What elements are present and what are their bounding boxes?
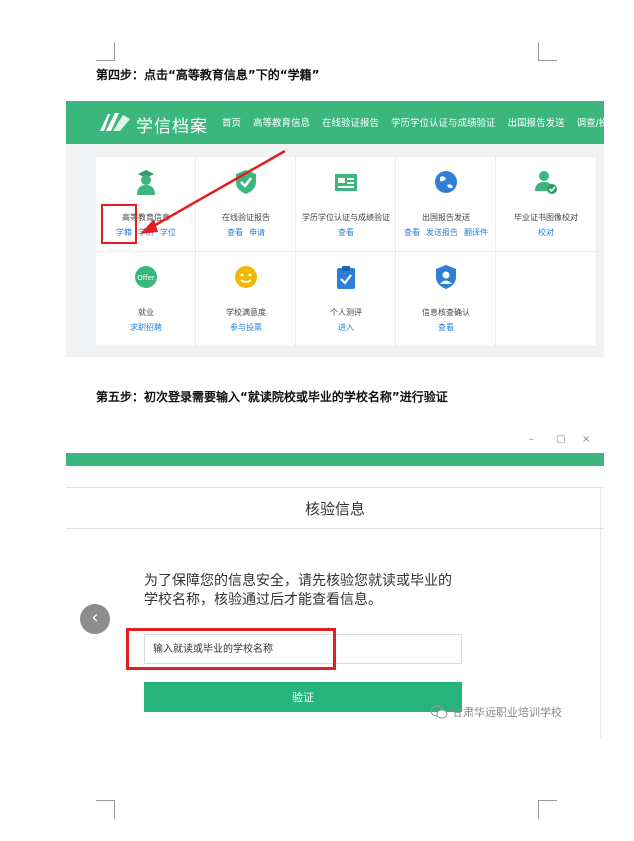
graduate-icon xyxy=(137,170,155,195)
back-arrow-button[interactable]: ‹ xyxy=(80,604,110,634)
service-links: 求职招聘 xyxy=(96,322,196,333)
nav-abroad-report[interactable]: 出国报告发送 xyxy=(508,115,565,129)
service-title: 个人测评 xyxy=(330,308,362,317)
id-badge-icon xyxy=(436,265,456,289)
link-education[interactable]: 学历 xyxy=(138,228,154,237)
service-title: 在线验证报告 xyxy=(222,213,270,222)
panel-edge xyxy=(600,488,601,738)
close-icon[interactable]: × xyxy=(582,434,590,445)
nav-home[interactable]: 首页 xyxy=(222,115,241,129)
service-links: 查看 xyxy=(296,227,396,238)
link-view[interactable]: 查看 xyxy=(438,323,454,332)
message-line-2: 学校名称，核验通过后才能查看信息。 xyxy=(144,592,382,608)
link-apply[interactable]: 申请 xyxy=(249,228,265,237)
service-school-satisfaction: 学校满意度 参与投票 xyxy=(196,252,296,347)
link-view[interactable]: 查看 xyxy=(338,228,354,237)
watermark: 甘肃华远职业培训学校 xyxy=(430,704,562,720)
service-abroad-report: 出国报告发送 查看 发送报告 翻译件 xyxy=(396,157,496,252)
crop-mark-bottom-left xyxy=(96,800,115,819)
service-title: 就业 xyxy=(138,308,154,317)
service-info-verification: 信息核查确认 查看 xyxy=(396,252,496,347)
service-title: 毕业证书图像校对 xyxy=(514,213,578,222)
link-send-report[interactable]: 发送报告 xyxy=(426,228,458,237)
service-title: 出国报告发送 xyxy=(422,213,470,222)
verification-dialog-screenshot: – □ × 核验信息 为了保障您的信息安全，请先核验您就读或毕业的 学校名称，核… xyxy=(66,432,604,738)
service-title: 学历学位认证与成绩验证 xyxy=(302,213,390,222)
service-links: 进入 xyxy=(296,322,396,333)
link-degree[interactable]: 学位 xyxy=(160,228,176,237)
service-personal-assessment: 个人测评 进入 xyxy=(296,252,396,347)
service-links: 查看 发送报告 翻译件 xyxy=(396,227,496,238)
divider xyxy=(66,487,604,488)
nav-survey[interactable]: 调查/投票 xyxy=(577,115,604,129)
nav-online-report[interactable]: 在线验证报告 xyxy=(322,115,379,129)
verification-message: 为了保障您的信息安全，请先核验您就读或毕业的 学校名称，核验通过后才能查看信息。 xyxy=(144,572,504,610)
service-employment: Offer 就业 求职招聘 xyxy=(96,252,196,347)
service-links: 查看 申请 xyxy=(196,227,296,238)
clipboard-check-icon xyxy=(337,266,355,289)
nav-higher-education[interactable]: 高等教育信息 xyxy=(253,115,310,129)
offer-icon: Offer xyxy=(135,266,157,288)
service-title: 信息核查确认 xyxy=(422,308,470,317)
main-nav: 首页 高等教育信息 在线验证报告 学历学位认证与成绩验证 出国报告发送 调查/投… xyxy=(222,115,604,129)
book-logo-icon xyxy=(100,113,130,131)
link-vote[interactable]: 参与投票 xyxy=(230,323,262,332)
crop-mark-bottom-right xyxy=(538,800,557,819)
service-title: 学校满意度 xyxy=(226,308,266,317)
service-links: 参与投票 xyxy=(196,322,296,333)
header-green-bar xyxy=(66,453,604,466)
highlight-box-school-input xyxy=(126,628,336,670)
watermark-text: 甘肃华远职业培训学校 xyxy=(452,706,562,719)
service-links: 查看 xyxy=(396,322,496,333)
shield-check-icon xyxy=(236,170,256,194)
site-logo-text[interactable]: 学信档案 xyxy=(136,112,208,137)
step4-heading: 第四步：点击“高等教育信息”下的“学籍” xyxy=(96,68,320,82)
certificate-icon xyxy=(335,174,357,191)
smile-icon xyxy=(235,266,257,288)
crop-mark-top-left xyxy=(96,42,115,61)
verify-button[interactable]: 验证 xyxy=(144,682,462,712)
step5-heading: 第五步：初次登录需要输入“就读院校或毕业的学校名称”进行验证 xyxy=(96,390,448,404)
wechat-icon xyxy=(430,705,448,719)
divider xyxy=(66,528,604,529)
nav-degree-certification[interactable]: 学历学位认证与成绩验证 xyxy=(391,115,496,129)
xuexin-homepage-screenshot: 学信档案 首页 高等教育信息 在线验证报告 学历学位认证与成绩验证 出国报告发送… xyxy=(66,101,604,357)
crop-mark-top-right xyxy=(538,42,557,61)
link-enter[interactable]: 进入 xyxy=(338,323,354,332)
service-degree-certification: 学历学位认证与成绩验证 查看 xyxy=(296,157,396,252)
service-diploma-proofread: 毕业证书图像校对 校对 xyxy=(496,157,597,252)
service-links: 校对 xyxy=(496,227,596,238)
message-line-1: 为了保障您的信息安全，请先核验您就读或毕业的 xyxy=(144,573,452,589)
service-online-report: 在线验证报告 查看 申请 xyxy=(196,157,296,252)
user-check-icon xyxy=(535,171,557,194)
service-grid: 高等教育信息 学籍 学历 学位 在线验证报告 查看 申请 学历学位认证与成绩验证… xyxy=(96,157,597,347)
link-proofread[interactable]: 校对 xyxy=(538,228,554,237)
link-job-search[interactable]: 求职招聘 xyxy=(130,323,162,332)
service-empty-cell xyxy=(496,252,597,347)
globe-icon xyxy=(435,171,457,193)
maximize-icon[interactable]: □ xyxy=(556,434,565,445)
link-view[interactable]: 查看 xyxy=(404,228,420,237)
link-view[interactable]: 查看 xyxy=(227,228,243,237)
link-translation[interactable]: 翻译件 xyxy=(464,228,488,237)
minimize-icon[interactable]: – xyxy=(529,434,534,445)
highlight-box-student-status xyxy=(101,204,137,244)
site-header: 学信档案 首页 高等教育信息 在线验证报告 学历学位认证与成绩验证 出国报告发送… xyxy=(66,101,604,144)
offer-text: Offer xyxy=(137,274,155,282)
dialog-title: 核验信息 xyxy=(304,500,365,518)
